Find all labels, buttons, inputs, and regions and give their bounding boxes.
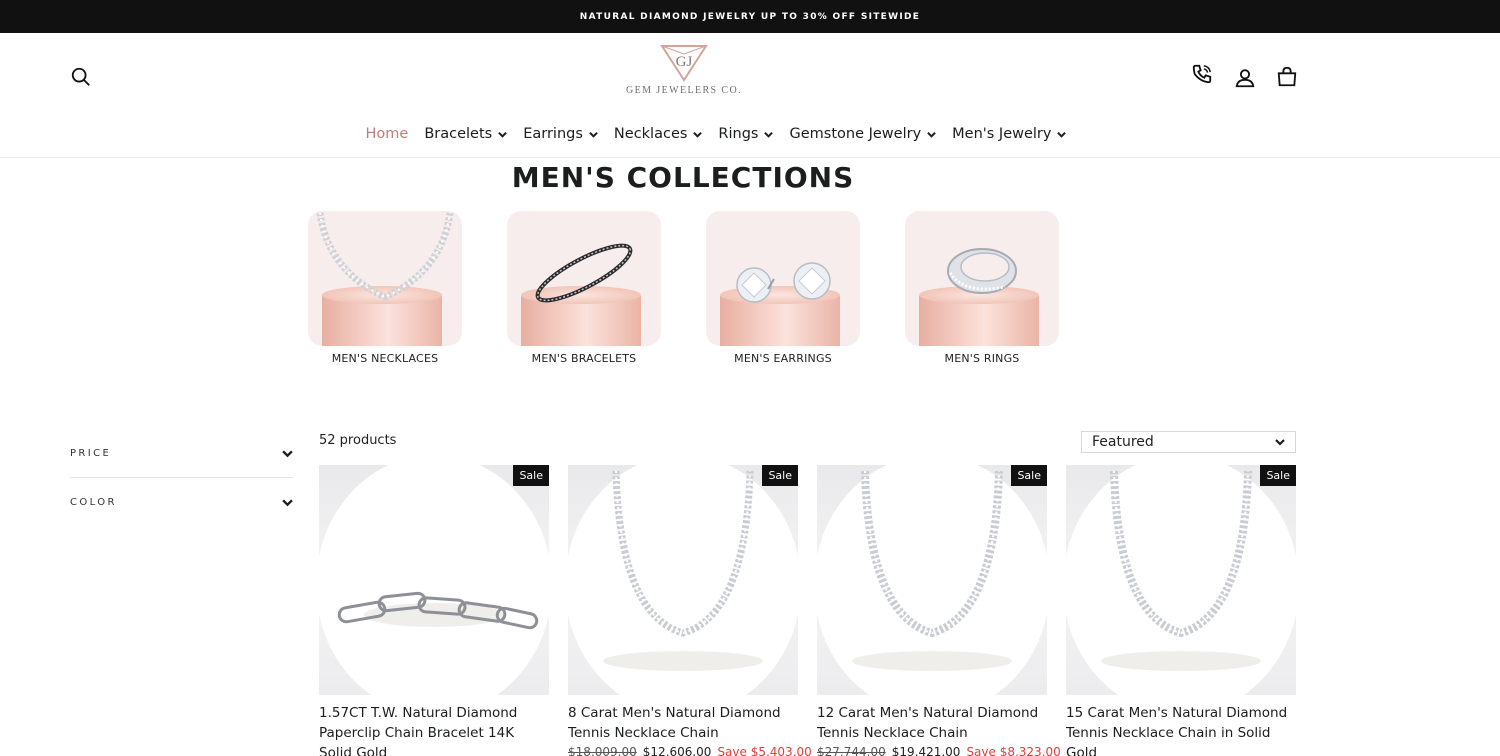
collection-image [706,211,860,346]
ring-icon [947,248,1017,294]
product-card[interactable]: Sale 12 Carat Men's Natural Diamond Tenn… [817,465,1061,756]
chevron-down-icon [1275,439,1285,446]
sale-badge: Sale [513,465,549,486]
announcement-bar: NATURAL DIAMOND JEWELRY UP TO 30% OFF SI… [0,0,1500,33]
price-row: $18,009.00 $12,606.00 Save $5,403.00 [568,745,812,756]
nav-item-rings[interactable]: Rings [710,126,781,142]
nav-item-necklaces[interactable]: Necklaces [606,126,711,142]
sale-badge: Sale [1260,465,1296,486]
collection-card-rings[interactable]: MEN'S RINGS [905,211,1059,365]
sale-badge: Sale [1011,465,1047,486]
nav-item-gemstone-jewelry[interactable]: Gemstone Jewelry [781,126,944,142]
nav-item-label: Home [365,126,409,142]
necklace-icon [1066,465,1296,695]
sale-price: $19,421.00 [891,745,961,756]
nav-item-label: Bracelets [424,126,493,142]
logo-text: GEM JEWELERS CO. [625,85,742,96]
filter-price[interactable]: PRICE [70,430,293,478]
product-title[interactable]: 12 Carat Men's Natural Diamond Tennis Ne… [817,703,1047,743]
product-image[interactable]: Sale [817,465,1047,695]
nav-item-label: Men's Jewelry [952,126,1052,142]
phone-icon [1192,64,1212,84]
nav-item-home[interactable]: Home [358,126,417,142]
collection-label: MEN'S BRACELETS [531,352,637,365]
product-title[interactable]: 15 Carat Men's Natural Diamond Tennis Ne… [1066,703,1296,756]
product-title[interactable]: 1.57CT T.W. Natural Diamond Paperclip Ch… [319,703,549,756]
account-icon [1235,69,1255,88]
chevron-down-icon [927,131,936,138]
chevron-down-icon [1057,131,1067,138]
filter-color[interactable]: COLOR [70,478,293,526]
collection-label: MEN'S EARRINGS [734,352,832,365]
necklace-icon [568,465,798,695]
logo[interactable]: GJ GEM JEWELERS CO. [616,42,752,102]
save-amount: Save $5,403.00 [717,745,812,756]
collection-image [905,211,1059,346]
collection-label: MEN'S RINGS [944,352,1020,365]
price-row: $27,744.00 $19,421.00 Save $8,323.00 [817,745,1061,756]
sort-selected: Featured [1092,434,1154,450]
search-button[interactable] [67,63,95,91]
cart-icon [1277,66,1297,87]
chevron-down-icon [693,131,703,138]
logo-monogram: GJ [676,54,693,70]
chevron-down-icon [498,131,508,138]
bracelet-icon [535,243,633,303]
nav-item-label: Gemstone Jewelry [789,126,922,142]
compare-price: $27,744.00 [817,745,886,756]
collection-image [507,211,661,346]
chevron-down-icon [589,131,598,138]
product-card[interactable]: Sale 1.57CT T.W. Natural Diamond Papercl… [319,465,549,756]
site-header: GJ GEM JEWELERS CO. Home Bracelets Earring… [0,33,1500,158]
collection-card-necklaces[interactable]: MEN'S NECKLACES [308,211,462,365]
collection-image [308,211,462,346]
nav-item-men-s-jewelry[interactable]: Men's Jewelry [944,126,1074,142]
product-title[interactable]: 8 Carat Men's Natural Diamond Tennis Nec… [568,703,798,743]
product-card[interactable]: Sale 8 Carat Men's Natural Diamond Tenni… [568,465,812,756]
phone-button[interactable] [1188,60,1216,88]
product-image[interactable]: Sale [1066,465,1296,695]
product-card[interactable]: Sale 15 Carat Men's Natural Diamond Tenn… [1066,465,1296,756]
necklace-icon [316,212,454,301]
save-amount: Save $8,323.00 [966,745,1061,756]
sort-select[interactable]: Featured [1081,431,1296,453]
main-nav: Home Bracelets Earrings Necklaces Rings Gemst… [0,121,1500,147]
collections-title: MEN'S COLLECTIONS [511,161,855,194]
collection-card-earrings[interactable]: MEN'S EARRINGS [706,211,860,365]
sale-badge: Sale [762,465,798,486]
collection-label: MEN'S NECKLACES [331,352,439,365]
collection-card-bracelets[interactable]: MEN'S BRACELETS [507,211,661,365]
compare-price: $18,009.00 [568,745,637,756]
sale-price: $12,606.00 [642,745,712,756]
nav-item-bracelets[interactable]: Bracelets [416,126,515,142]
chevron-down-icon [282,450,293,458]
account-button[interactable] [1231,64,1259,92]
nav-item-label: Rings [718,126,759,142]
filter-sidebar: PRICE COLOR [70,430,293,526]
product-count: 52 products [319,433,397,448]
nav-item-label: Necklaces [613,126,688,142]
diamond-logo-icon: GJ [660,45,708,82]
product-image[interactable]: Sale [568,465,798,695]
chevron-down-icon [764,131,774,138]
cart-button[interactable] [1273,63,1301,91]
filter-label: PRICE [70,448,112,459]
product-image[interactable]: Sale [319,465,549,695]
search-icon [71,67,90,86]
bracelet-icon [319,465,549,695]
nav-item-earrings[interactable]: Earrings [515,126,606,142]
earrings-icon [736,262,831,303]
chevron-down-icon [282,498,293,506]
necklace-icon [817,465,1047,695]
announcement-text: NATURAL DIAMOND JEWELRY UP TO 30% OFF SI… [579,11,921,22]
nav-item-label: Earrings [523,126,583,142]
filter-label: COLOR [70,496,117,508]
